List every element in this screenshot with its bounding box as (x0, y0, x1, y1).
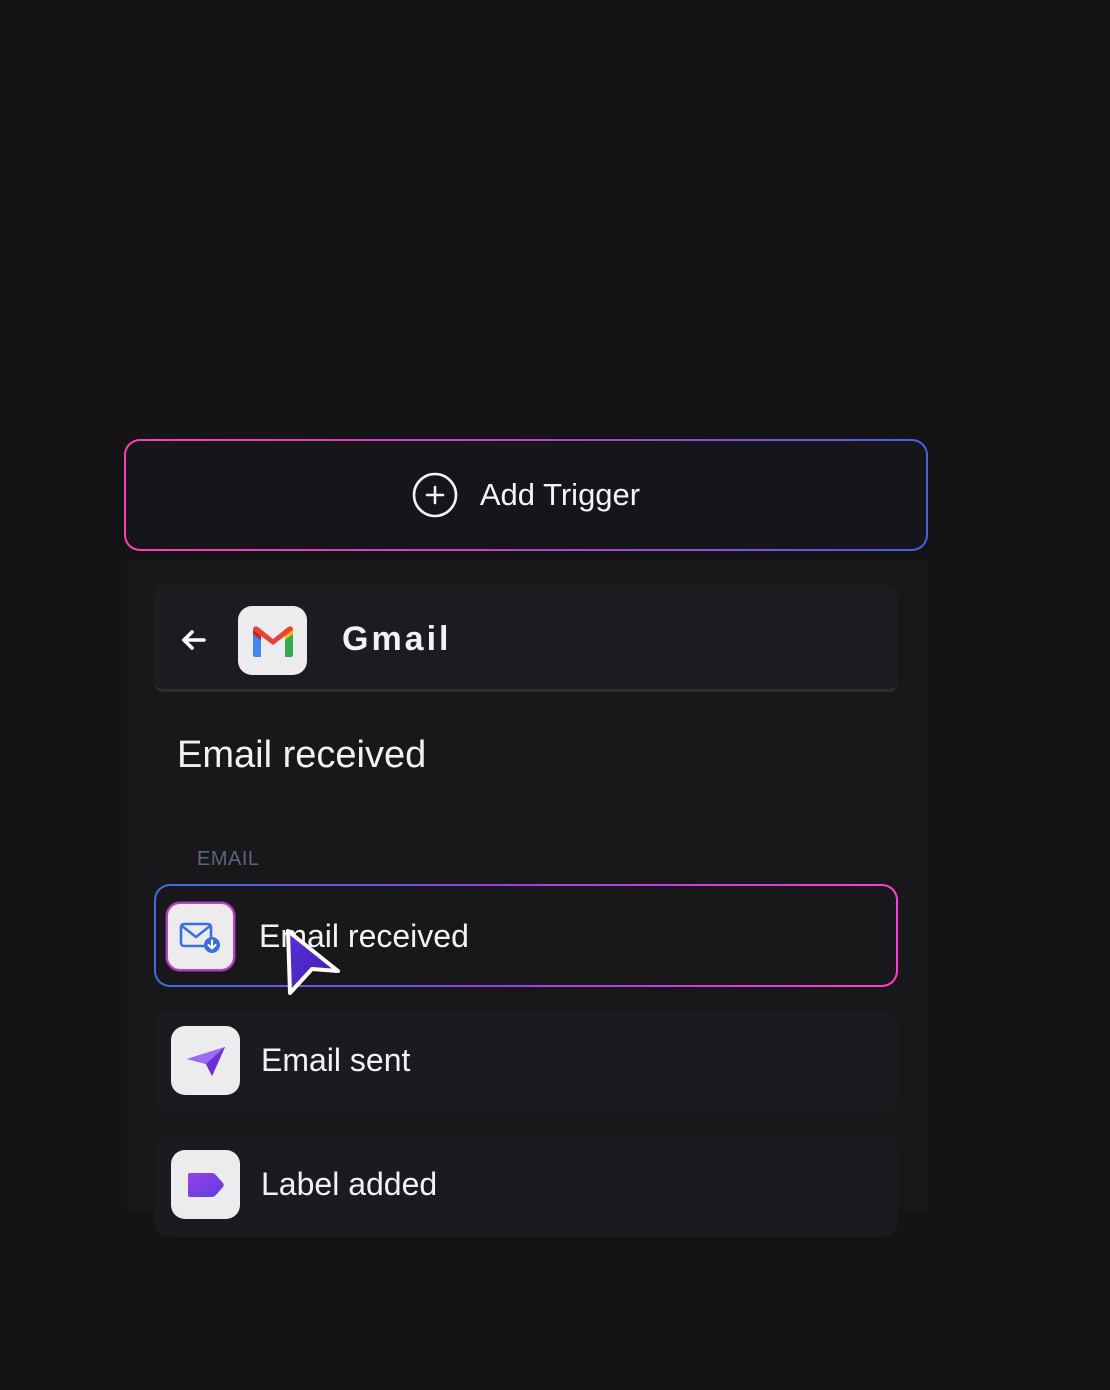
app-title: Gmail (342, 620, 452, 658)
paper-plane-icon (171, 1026, 240, 1095)
list-item-label: Email received (259, 918, 469, 954)
label-tag-icon (171, 1150, 240, 1219)
mail-download-icon (166, 902, 235, 971)
back-arrow-icon[interactable] (179, 626, 207, 654)
gmail-logo-icon (238, 606, 307, 675)
list-item-label: Email sent (261, 1042, 411, 1078)
plus-circle-icon (412, 472, 458, 518)
add-trigger-button[interactable]: Add Trigger (124, 439, 928, 551)
group-label-email: EMAIL (197, 848, 260, 870)
add-trigger-label: Add Trigger (479, 477, 641, 512)
list-item-label: Label added (261, 1166, 438, 1202)
selected-event-heading: Email received (177, 734, 427, 776)
